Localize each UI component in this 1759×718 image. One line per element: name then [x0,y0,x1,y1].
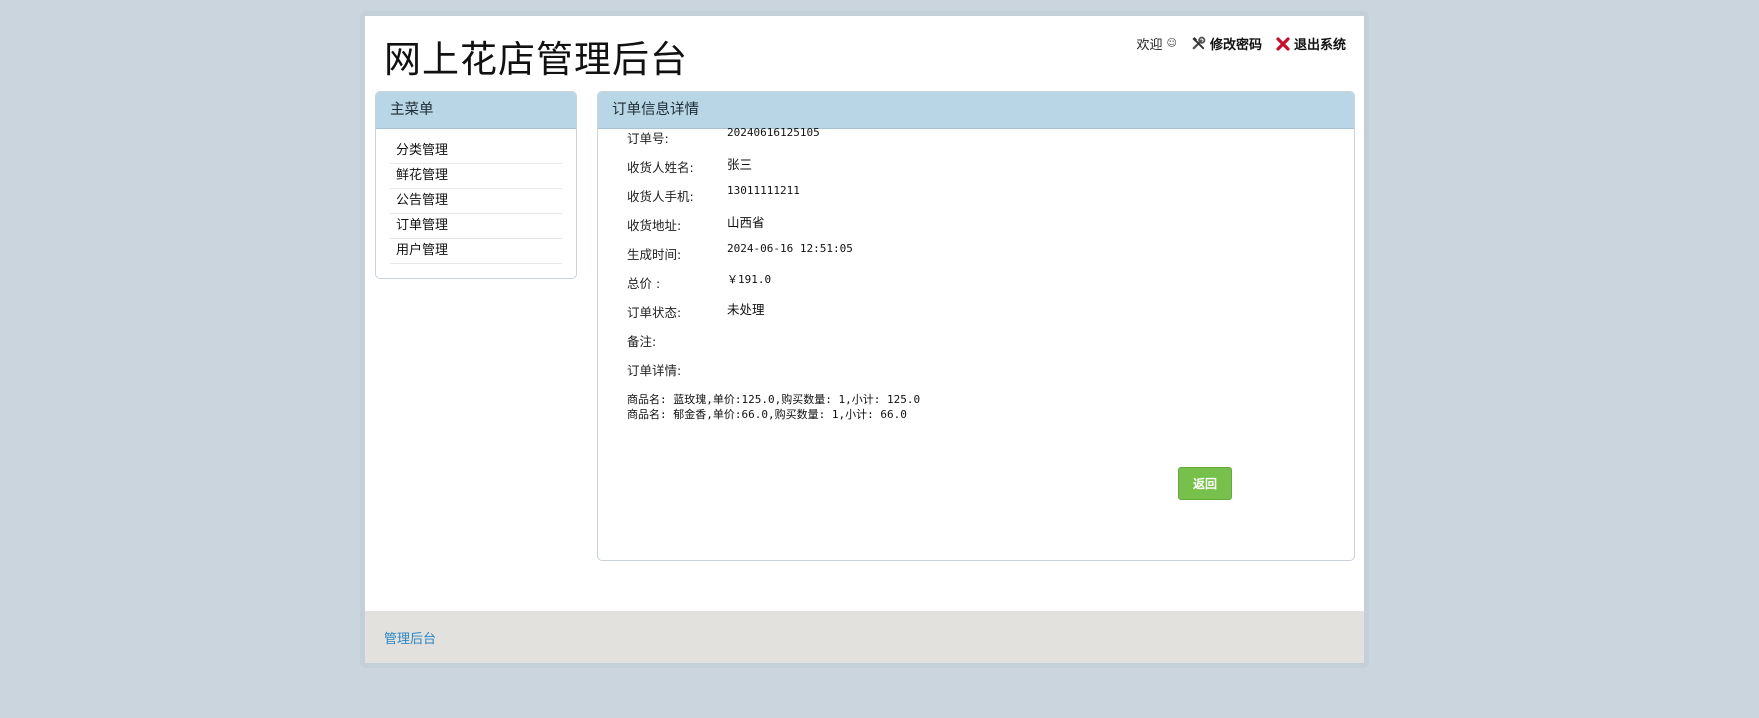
field-value: 张三 [727,157,753,172]
order-fields: 订单号: 20240616125105 收货人姓名: 张三 收货人手机: 130… [627,122,1327,383]
field-details: 订单详情: [627,354,1327,383]
field-status: 订单状态: 未处理 [627,296,1327,325]
welcome-text: 欢迎 [1136,38,1163,53]
footer-admin-link[interactable]: 管理后台 [384,628,436,647]
field-value: ￥191.0 [727,273,772,286]
tools-icon [1192,36,1206,50]
list-item: 商品名: 蓝玫瑰,单价:125.0,购买数量: 1,小计: 125.0 [627,393,921,406]
close-icon [1276,36,1290,51]
field-label: 订单状态: [627,305,682,320]
main-menu: 分类管理 鲜花管理 公告管理 订单管理 用户管理 [390,139,562,264]
field-value: 20240616125105 [727,126,820,139]
field-receiver-phone: 收货人手机: 13011111211 [627,180,1327,209]
sidebar-item-category[interactable]: 分类管理 [390,139,562,164]
page-container: 网上花店管理后台 欢迎 ☺ 修改密码 退出系统 主菜单 分类管理 鲜花管理 公告… [365,16,1364,663]
user-icon: ☺ [1166,38,1177,49]
field-label: 收货人手机: [627,189,694,204]
field-remark: 备注: [627,325,1327,354]
change-password-link[interactable]: 修改密码 [1191,34,1262,53]
order-items: 商品名: 蓝玫瑰,单价:125.0,购买数量: 1,小计: 125.0 商品名:… [627,392,920,422]
field-order-no: 订单号: 20240616125105 [627,122,1327,151]
field-total: 总价 : ￥191.0 [627,267,1327,296]
field-label: 总价 : [627,276,661,291]
field-created-time: 生成时间: 2024-06-16 12:51:05 [627,238,1327,267]
change-password-label: 修改密码 [1209,38,1262,53]
field-label: 收货地址: [627,218,682,233]
order-detail-panel: 订单信息详情 订单号: 20240616125105 收货人姓名: 张三 收货人… [597,91,1355,561]
field-label: 备注: [627,334,657,349]
sidebar-item-users[interactable]: 用户管理 [390,239,562,264]
sidebar: 主菜单 分类管理 鲜花管理 公告管理 订单管理 用户管理 [375,91,577,279]
field-value: 未处理 [727,302,765,317]
sidebar-item-flowers[interactable]: 鲜花管理 [390,164,562,189]
field-value: 山西省 [727,215,765,230]
field-label: 订单号: [627,131,669,146]
footer: 管理后台 [365,611,1364,663]
field-value: 13011111211 [727,184,800,197]
field-label: 生成时间: [627,247,682,262]
sidebar-item-orders[interactable]: 订单管理 [390,214,562,239]
field-label: 订单详情: [627,363,682,378]
logout-label: 退出系统 [1293,38,1346,53]
sidebar-item-notices[interactable]: 公告管理 [390,189,562,214]
logout-link[interactable]: 退出系统 [1276,34,1346,53]
field-value: 2024-06-16 12:51:05 [727,242,853,255]
sidebar-title: 主菜单 [376,92,576,129]
site-title: 网上花店管理后台 [384,38,688,81]
field-label: 收货人姓名: [627,160,694,175]
back-button[interactable]: 返回 [1178,467,1232,500]
top-bar: 欢迎 ☺ 修改密码 退出系统 [1137,34,1346,53]
field-receiver-name: 收货人姓名: 张三 [627,151,1327,180]
list-item: 商品名: 郁金香,单价:66.0,购买数量: 1,小计: 66.0 [627,408,907,421]
field-address: 收货地址: 山西省 [627,209,1327,238]
